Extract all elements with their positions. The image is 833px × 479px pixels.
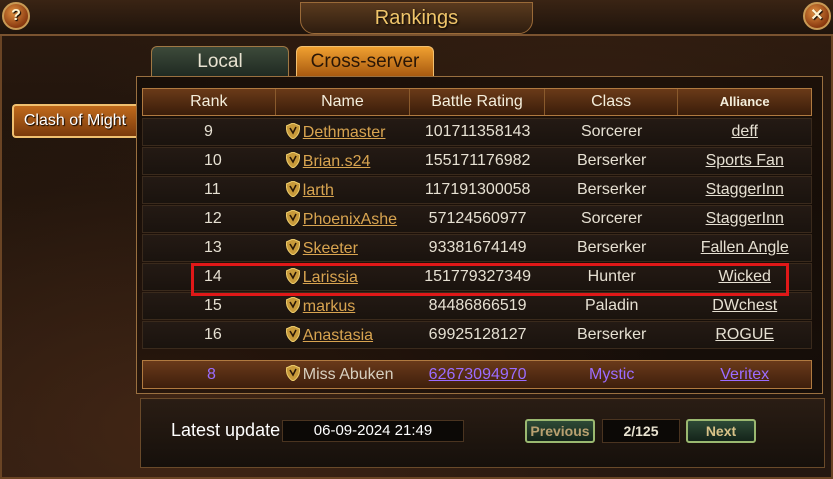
row-name-link[interactable]: Anastasia	[276, 325, 411, 345]
header-name: Name	[276, 89, 411, 115]
shield-icon	[285, 238, 300, 255]
previous-button[interactable]: Previous	[525, 419, 595, 443]
row-rank: 10	[204, 152, 222, 169]
row-name-text[interactable]: markus	[303, 298, 355, 315]
row-rank: 13	[204, 239, 222, 256]
self-rank: 8	[207, 365, 216, 383]
tab-local[interactable]: Local	[151, 46, 289, 76]
row-alliance-link[interactable]: Fallen Angle	[678, 239, 811, 257]
row-name-text[interactable]: Dethmaster	[303, 124, 386, 141]
shield-icon	[285, 151, 300, 168]
self-class: Mystic	[589, 365, 635, 383]
row-name-link[interactable]: markus	[276, 296, 411, 316]
header-alliance: Alliance	[719, 94, 770, 109]
row-name-link[interactable]: Skeeter	[276, 238, 411, 258]
row-alliance-link[interactable]: deff	[678, 123, 811, 141]
help-button[interactable]: ?	[2, 2, 30, 30]
row-name-text[interactable]: larth	[303, 182, 334, 199]
row-alliance-link[interactable]: StaggerInn	[678, 181, 811, 199]
row-name-link[interactable]: Brian.s24	[276, 151, 411, 171]
row-battle-rating: 101711358143	[424, 123, 531, 140]
row-battle-rating: 93381674149	[428, 239, 527, 256]
row-class: Berserker	[576, 181, 647, 198]
row-battle-rating: 84486866519	[428, 297, 527, 314]
header-class: Class	[545, 89, 679, 115]
table-row: 10 Brian.s24 155171176982 Berserker Sports F…	[142, 147, 812, 175]
row-rank: 16	[204, 326, 222, 343]
row-battle-rating: 117191300058	[424, 181, 531, 198]
row-class: Berserker	[576, 239, 647, 256]
shield-icon	[285, 325, 300, 342]
row-name-text[interactable]: Brian.s24	[303, 153, 371, 170]
next-button[interactable]: Next	[686, 419, 756, 443]
row-name-link[interactable]: PhoenixAshe	[276, 209, 411, 229]
table-row: 15 markus 84486866519 Paladin DWchest	[142, 292, 812, 320]
page-indicator: 2/125	[602, 419, 680, 443]
table-row: 9 Dethmaster 101711358143 Sorcerer deff	[142, 118, 812, 146]
row-class: Sorcerer	[580, 210, 643, 227]
row-alliance-link[interactable]: ROGUE	[678, 326, 811, 344]
header-rank: Rank	[143, 89, 276, 115]
self-battle-rating[interactable]: 62673094970	[410, 366, 545, 384]
row-name-text[interactable]: PhoenixAshe	[303, 211, 397, 228]
table-row: 16 Anastasia 69925128127 Berserker ROGUE	[142, 321, 812, 349]
row-class: Berserker	[576, 326, 647, 343]
table-row: 12 PhoenixAshe 57124560977 Sorcerer StaggerI…	[142, 205, 812, 233]
row-name-text[interactable]: Skeeter	[303, 240, 358, 257]
row-alliance-link[interactable]: DWchest	[678, 297, 811, 315]
row-alliance-link[interactable]: StaggerInn	[678, 210, 811, 228]
row-rank: 15	[204, 297, 222, 314]
self-alliance-link[interactable]: Veritex	[678, 366, 811, 384]
shield-icon	[285, 365, 300, 381]
row-rank: 9	[204, 123, 213, 140]
latest-update-label: Latest update	[171, 420, 281, 440]
row-battle-rating: 155171176982	[424, 152, 531, 169]
row-battle-rating: 57124560977	[428, 210, 527, 227]
self-name: Miss Abuken	[276, 365, 411, 384]
row-alliance-link[interactable]: Sports Fan	[678, 152, 811, 170]
shield-icon	[285, 122, 300, 139]
row-class: Berserker	[576, 152, 647, 169]
close-button[interactable]: ✕	[803, 2, 831, 30]
row-battle-rating: 69925128127	[428, 326, 527, 343]
highlight-box	[191, 263, 789, 296]
window-title: Rankings	[300, 2, 533, 34]
table-header: Rank Name Battle Rating Class Alliance	[142, 88, 812, 116]
self-row: 8 Miss Abuken 62673094970 Mystic Veritex	[142, 360, 812, 389]
shield-icon	[285, 209, 300, 226]
row-name-link[interactable]: Dethmaster	[276, 122, 411, 142]
table-row: 13 Skeeter 93381674149 Berserker Fallen Angl…	[142, 234, 812, 262]
row-name-text[interactable]: Anastasia	[303, 327, 373, 344]
side-tab-clash-of-might[interactable]: Clash of Might	[12, 104, 136, 138]
tab-cross-server[interactable]: Cross-server	[296, 46, 434, 76]
header-battle-rating: Battle Rating	[410, 89, 545, 115]
row-class: Paladin	[584, 297, 639, 314]
shield-icon	[285, 296, 300, 313]
table-body: 9 Dethmaster 101711358143 Sorcerer deff 10 Bri…	[142, 118, 812, 350]
table-row: 11 larth 117191300058 Berserker StaggerInn	[142, 176, 812, 204]
row-rank: 12	[204, 210, 222, 227]
row-class: Sorcerer	[580, 123, 643, 140]
self-name-text: Miss Abuken	[302, 366, 394, 383]
shield-icon	[285, 180, 300, 197]
latest-update-value: 06-09-2024 21:49	[282, 420, 464, 442]
row-name-link[interactable]: larth	[276, 180, 411, 200]
row-rank: 11	[204, 181, 221, 198]
